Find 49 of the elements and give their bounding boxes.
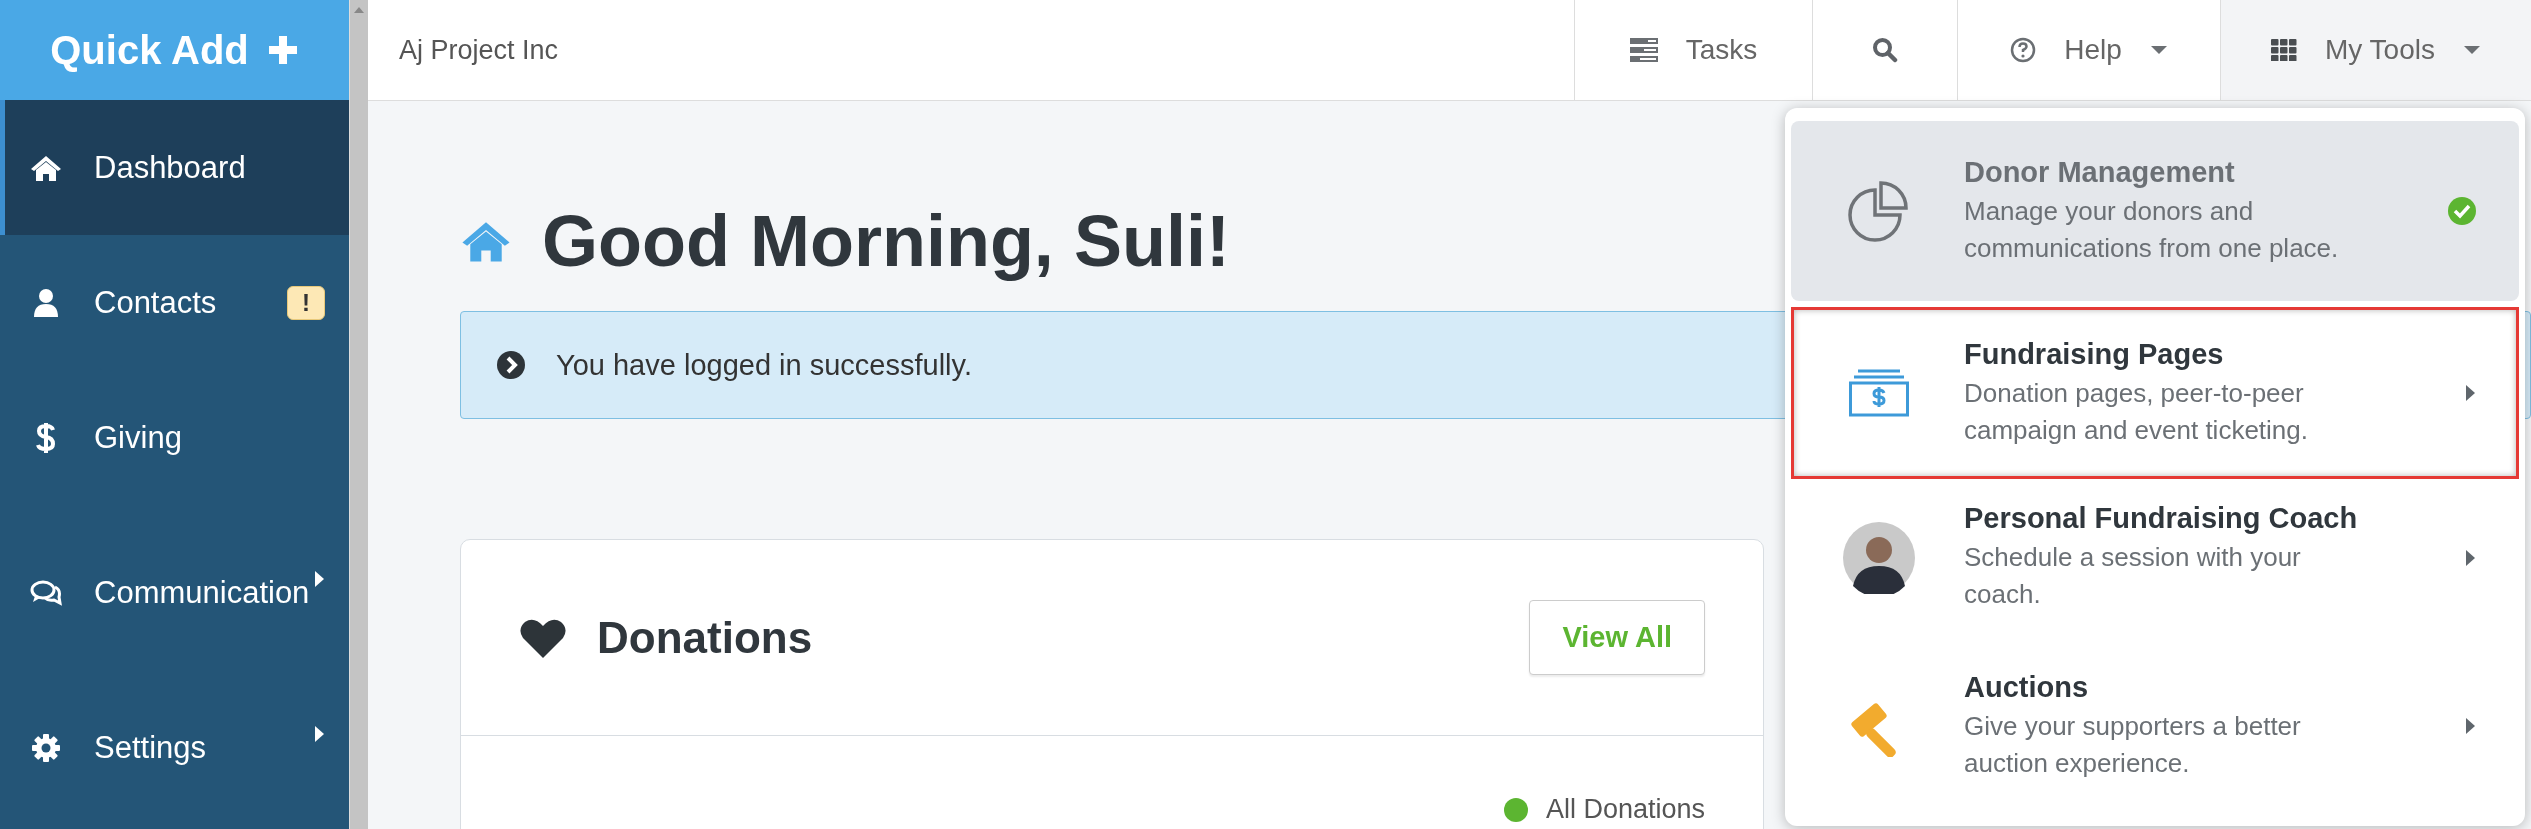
sidebar-item[interactable]: Communication	[0, 505, 349, 680]
legend-label: All Donations	[1545, 794, 1705, 825]
menu-item[interactable]: Donor Management Manage your donors and communications from one place.	[1791, 121, 2519, 301]
settings-icon	[31, 732, 61, 763]
menu-item[interactable]: Auctions Give your supporters a better auction experience.	[1791, 636, 2519, 816]
sidebar-label: Contacts	[94, 284, 217, 321]
sidebar-label: Settings	[94, 729, 206, 766]
money-stack-icon	[1849, 369, 1909, 417]
sidebar-item[interactable]: Giving	[0, 370, 349, 505]
tasks-icon	[1629, 38, 1658, 62]
caret-icon	[2465, 384, 2476, 402]
plus-icon	[266, 34, 299, 66]
scrollbar[interactable]	[349, 0, 368, 829]
menu-item-title: Donor Management	[1964, 155, 2236, 189]
card-title: Donations	[597, 612, 814, 663]
menu-item[interactable]: Fundraising Pages Donation pages, peer-to-peer campaign and event ticketing.	[1791, 307, 2519, 479]
menu-item-title: Fundraising Pages	[1964, 337, 2225, 371]
pie-chart-icon	[1848, 180, 1910, 242]
user-icon	[33, 287, 59, 318]
greeting-heading: Good Morning, Suli!	[542, 200, 1230, 283]
caret-icon	[2465, 717, 2476, 735]
sidebar-label: Giving	[94, 419, 182, 456]
check-icon	[2448, 197, 2476, 225]
menu-item[interactable]: Personal Fundraising Coach Schedule a session with your coach.	[1791, 479, 2519, 636]
sidebar-item[interactable]: Settings	[0, 680, 349, 815]
scroll-up-icon[interactable]	[353, 6, 365, 14]
chevron-circle-icon	[496, 350, 526, 380]
sidebar-label: Communication	[94, 574, 310, 611]
menu-item-description: Schedule a session with your coach.	[1964, 541, 2302, 611]
menu-item-description: Donation pages, peer-to-peer campaign and event ticketing.	[1964, 376, 2309, 447]
menu-item-title: Personal Fundraising Coach	[1964, 502, 2359, 535]
menu-item-description: Give your supporters a better auction experience.	[1964, 709, 2302, 780]
caret-icon	[2465, 548, 2476, 567]
menu-item-description: Manage your donors and communications from one place.	[1964, 194, 2340, 265]
search-icon	[1872, 37, 1898, 63]
legend-dot	[1503, 797, 1528, 822]
dollar-icon	[35, 420, 57, 455]
alert-badge: !	[287, 285, 325, 320]
sidebar-label: Dashboard	[94, 149, 246, 186]
menu-item-title: Auctions	[1964, 670, 2090, 704]
alert-message: You have logged in successfully.	[556, 348, 972, 382]
home-icon	[30, 153, 62, 182]
sidebar-item[interactable]: Dashboard	[0, 100, 349, 235]
organization-name: Aj Project Inc	[399, 34, 559, 66]
sidebar-item[interactable]: Contacts !	[0, 235, 349, 370]
grid-icon	[2271, 39, 2297, 61]
chat-icon	[30, 578, 62, 607]
help-icon	[2010, 37, 2037, 63]
nav-button[interactable]: My Tools	[2220, 0, 2531, 100]
